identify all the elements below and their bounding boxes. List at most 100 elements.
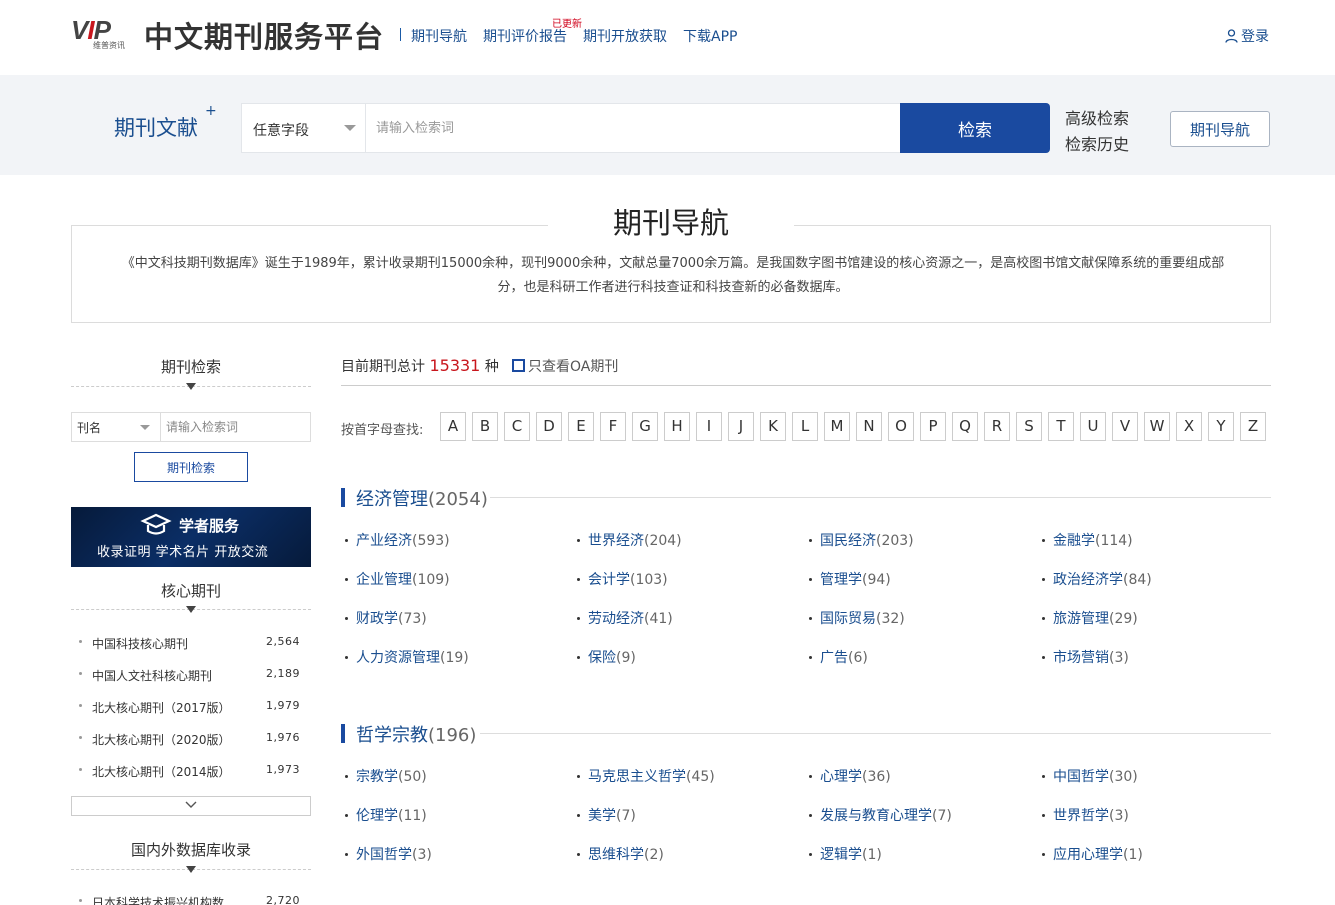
letter-button-c[interactable]: C: [504, 412, 530, 441]
bullet: [79, 672, 82, 675]
vip-logo[interactable]: VIP 维普资讯: [71, 17, 135, 50]
database-index-heading: 国内外数据库收录: [130, 841, 251, 859]
subcategory-link[interactable]: 美学(7): [588, 805, 636, 825]
letter-button-o[interactable]: O: [888, 412, 914, 441]
subcategory-link[interactable]: 思维科学(2): [588, 844, 664, 864]
subcategory-link[interactable]: 世界哲学(3): [1053, 805, 1129, 825]
letter-button-u[interactable]: U: [1080, 412, 1106, 441]
subcategory-count: (84): [1123, 572, 1152, 588]
bullet: [79, 640, 82, 643]
category-title[interactable]: 经济管理(2054): [356, 485, 488, 511]
letter-button-t[interactable]: T: [1048, 412, 1074, 441]
login-link[interactable]: 登录: [1225, 26, 1269, 46]
letter-button-q[interactable]: Q: [952, 412, 978, 441]
letter-button-z[interactable]: Z: [1240, 412, 1266, 441]
core-item-name: 北大核心期刊（2020版）: [92, 733, 231, 747]
subcategory-link[interactable]: 市场营销(3): [1053, 647, 1129, 667]
letter-button-l[interactable]: L: [792, 412, 818, 441]
letter-button-s[interactable]: S: [1016, 412, 1042, 441]
subcategory-link[interactable]: 广告(6): [820, 647, 868, 667]
nav-download-app[interactable]: 下载APP: [683, 26, 737, 46]
database-plus-icon[interactable]: +: [205, 103, 217, 119]
subcategory-name: 财政学: [356, 611, 398, 627]
nav-journal-navigation[interactable]: 期刊导航: [411, 26, 467, 46]
subcategory-count: (6): [848, 650, 868, 666]
subcategory-name: 企业管理: [356, 572, 412, 588]
subcategory-link[interactable]: 伦理学(11): [356, 805, 427, 825]
search-history-link[interactable]: 检索历史: [1065, 131, 1129, 155]
letter-button-b[interactable]: B: [472, 412, 498, 441]
subcategory-link[interactable]: 财政学(73): [356, 608, 427, 628]
list-item[interactable]: 北大核心期刊（2020版） 1,976: [71, 722, 311, 754]
letter-button-g[interactable]: G: [632, 412, 658, 441]
subcategory-link[interactable]: 企业管理(109): [356, 569, 450, 589]
expand-more-button[interactable]: [71, 796, 311, 816]
nav-open-access[interactable]: 期刊开放获取: [583, 26, 667, 46]
letter-button-d[interactable]: D: [536, 412, 562, 441]
subcategory-link[interactable]: 外国哲学(3): [356, 844, 432, 864]
list-item[interactable]: 中国人文社科核心期刊 2,189: [71, 658, 311, 690]
letter-button-y[interactable]: Y: [1208, 412, 1234, 441]
letter-button-h[interactable]: H: [664, 412, 690, 441]
letter-button-k[interactable]: K: [760, 412, 786, 441]
advanced-search-link[interactable]: 高级检索: [1065, 105, 1129, 129]
scholar-service-banner[interactable]: 学者服务 收录证明 学术名片 开放交流: [71, 507, 311, 567]
subcategory-link[interactable]: 宗教学(50): [356, 766, 427, 786]
letter-button-f[interactable]: F: [600, 412, 626, 441]
bullet: [1042, 775, 1045, 778]
title-divider: [400, 28, 401, 41]
subcategory-link[interactable]: 应用心理学(1): [1053, 844, 1143, 864]
search-button[interactable]: 检索: [900, 103, 1050, 153]
search-field-select[interactable]: 任意字段: [242, 104, 366, 152]
letter-button-i[interactable]: I: [696, 412, 722, 441]
letter-button-e[interactable]: E: [568, 412, 594, 441]
subcategory-link[interactable]: 心理学(36): [820, 766, 891, 786]
letter-button-p[interactable]: P: [920, 412, 946, 441]
letter-button-m[interactable]: M: [824, 412, 850, 441]
subcategory-link[interactable]: 金融学(114): [1053, 530, 1133, 550]
category-title[interactable]: 哲学宗教(196): [356, 721, 476, 747]
subcategory-link[interactable]: 人力资源管理(19): [356, 647, 469, 667]
database-label[interactable]: 期刊文献: [114, 112, 198, 142]
letter-button-j[interactable]: J: [728, 412, 754, 441]
list-item[interactable]: 日本科学技术振兴机构数... 2,720: [71, 885, 311, 905]
oa-only-checkbox[interactable]: 只查看OA期刊: [512, 356, 618, 376]
letter-button-x[interactable]: X: [1176, 412, 1202, 441]
site-title: 中文期刊服务平台: [144, 20, 385, 54]
subcategory-name: 旅游管理: [1053, 611, 1109, 627]
letter-button-w[interactable]: W: [1144, 412, 1170, 441]
list-item[interactable]: 中国科技核心期刊 2,564: [71, 626, 311, 658]
journal-field-select[interactable]: 刊名: [72, 413, 161, 441]
letter-button-n[interactable]: N: [856, 412, 882, 441]
subcategory-link[interactable]: 会计学(103): [588, 569, 668, 589]
subcategory-count: (103): [630, 572, 668, 588]
core-item-name: 中国人文社科核心期刊: [92, 669, 213, 683]
journal-search-input[interactable]: [162, 413, 310, 441]
subcategory-link[interactable]: 国际贸易(32): [820, 608, 905, 628]
subcategory-link[interactable]: 政治经济学(84): [1053, 569, 1152, 589]
subcategory-link[interactable]: 国民经济(203): [820, 530, 914, 550]
subcategory-link[interactable]: 世界经济(204): [588, 530, 682, 550]
letter-button-r[interactable]: R: [984, 412, 1010, 441]
bullet: [577, 814, 580, 817]
subcategory-link[interactable]: 劳动经济(41): [588, 608, 673, 628]
subcategory-link[interactable]: 发展与教育心理学(7): [820, 805, 952, 825]
subcategory-count: (1): [1123, 847, 1143, 863]
oa-only-label: 只查看OA期刊: [528, 359, 619, 375]
journal-search-button[interactable]: 期刊检索: [134, 452, 248, 482]
subcategory-count: (45): [686, 769, 715, 785]
list-item[interactable]: 北大核心期刊（2017版） 1,979: [71, 690, 311, 722]
journal-navigation-button[interactable]: 期刊导航: [1170, 111, 1270, 147]
subcategory-link[interactable]: 马克思主义哲学(45): [588, 766, 715, 786]
letter-button-a[interactable]: A: [440, 412, 466, 441]
list-item[interactable]: 北大核心期刊（2014版） 1,973: [71, 754, 311, 786]
letter-button-v[interactable]: V: [1112, 412, 1138, 441]
subcategory-link[interactable]: 中国哲学(30): [1053, 766, 1138, 786]
subcategory-count: (32): [876, 611, 905, 627]
subcategory-link[interactable]: 旅游管理(29): [1053, 608, 1138, 628]
subcategory-link[interactable]: 保险(9): [588, 647, 636, 667]
subcategory-link[interactable]: 管理学(94): [820, 569, 891, 589]
subcategory-link[interactable]: 逻辑学(1): [820, 844, 882, 864]
subcategory-link[interactable]: 产业经济(593): [356, 530, 450, 550]
search-input[interactable]: [367, 104, 897, 152]
